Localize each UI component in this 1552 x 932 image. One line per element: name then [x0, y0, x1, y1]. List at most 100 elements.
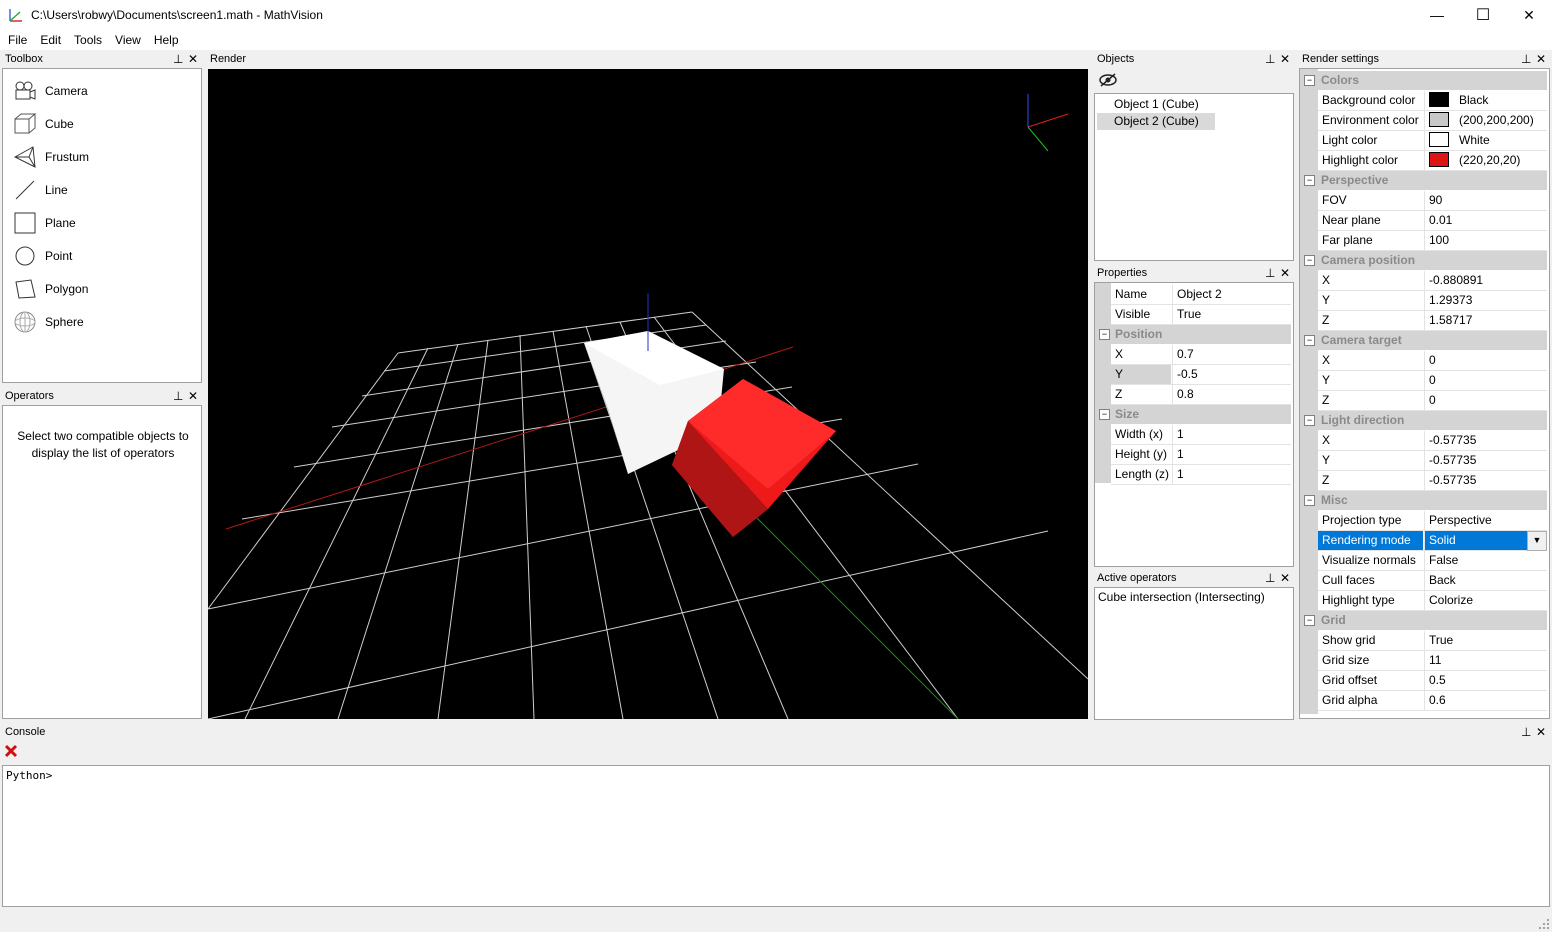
tool-line[interactable]: Line	[13, 176, 68, 204]
setting-near-plane[interactable]: Near plane 0.01	[1318, 211, 1547, 231]
setting-projection-type[interactable]: Projection type Perspective	[1318, 511, 1547, 531]
prop-row-y[interactable]: Y -0.5	[1111, 365, 1291, 385]
prop-row-x[interactable]: X 0.7	[1111, 345, 1291, 365]
close-icon[interactable]: ✕	[1280, 570, 1290, 587]
setting-light-x[interactable]: X -0.57735	[1318, 431, 1547, 451]
collapse-icon[interactable]: −	[1099, 329, 1110, 340]
list-item[interactable]: Cube intersection (Intersecting)	[1098, 590, 1265, 604]
category-misc[interactable]: − Misc	[1300, 491, 1547, 510]
window-title: C:\Users\robwy\Documents\screen1.math - …	[31, 8, 323, 22]
prop-row-width[interactable]: Width (x) 1	[1111, 425, 1291, 445]
clear-console-button[interactable]	[4, 744, 18, 760]
close-icon[interactable]: ✕	[1536, 51, 1546, 68]
setting-target-z[interactable]: Z0	[1318, 391, 1547, 411]
setting-rendering-mode[interactable]: Rendering mode Solid ▼	[1318, 531, 1547, 551]
prop-row-visible[interactable]: Visible True	[1111, 305, 1291, 325]
pin-icon[interactable]: ⊥	[173, 51, 183, 68]
tool-polygon[interactable]: Polygon	[13, 275, 88, 303]
setting-camera-y[interactable]: Y 1.29373	[1318, 291, 1547, 311]
setting-visualize-normals[interactable]: Visualize normals False	[1318, 551, 1547, 571]
category-camera-position[interactable]: − Camera position	[1300, 251, 1547, 270]
setting-highlight-color[interactable]: Highlight color (220,20,20)	[1318, 151, 1547, 171]
collapse-icon[interactable]: −	[1304, 175, 1315, 186]
setting-grid-alpha[interactable]: Grid alpha 0.6	[1318, 691, 1547, 711]
close-icon[interactable]: ✕	[1280, 265, 1290, 282]
tool-point[interactable]: Point	[13, 242, 72, 270]
color-swatch	[1429, 112, 1449, 128]
pin-icon[interactable]: ⊥	[173, 388, 183, 405]
rendering-mode-select[interactable]: Solid	[1424, 531, 1527, 550]
tool-frustum[interactable]: Frustum	[13, 143, 89, 171]
collapse-icon[interactable]: −	[1304, 255, 1315, 266]
category-camera-target[interactable]: − Camera target	[1300, 331, 1547, 350]
category-size[interactable]: − Size	[1095, 405, 1291, 424]
category-grid[interactable]: − Grid	[1300, 611, 1547, 630]
setting-background-color[interactable]: Background color Black	[1318, 91, 1547, 111]
menu-help[interactable]: Help	[147, 30, 185, 47]
pin-icon[interactable]: ⊥	[1265, 570, 1275, 587]
maximize-button[interactable]: ☐	[1460, 0, 1506, 30]
pin-icon[interactable]: ⊥	[1521, 724, 1531, 741]
list-item-selected[interactable]: Object 2 (Cube)	[1097, 113, 1215, 130]
setting-target-y[interactable]: Y0	[1318, 371, 1547, 391]
toolbox-list: Camera Cube Frustum Line Plane Point Pol…	[2, 68, 202, 383]
setting-environment-color[interactable]: Environment color (200,200,200)	[1318, 111, 1547, 131]
pin-icon[interactable]: ⊥	[1265, 51, 1275, 68]
list-item[interactable]: Object 1 (Cube)	[1097, 96, 1215, 113]
panel-title: Render settings	[1302, 53, 1380, 65]
collapse-icon[interactable]: −	[1304, 615, 1315, 626]
render-viewport[interactable]	[207, 69, 1089, 720]
collapse-icon[interactable]: −	[1099, 409, 1110, 420]
setting-grid-offset[interactable]: Grid offset 0.5	[1318, 671, 1547, 691]
render-settings-panel: Render settings ⊥ ✕ − Colors Background c…	[1299, 51, 1550, 719]
resize-grip-icon[interactable]	[1539, 918, 1549, 929]
chevron-down-icon[interactable]: ▼	[1527, 531, 1547, 551]
category-light-direction[interactable]: − Light direction	[1300, 411, 1547, 430]
tool-plane[interactable]: Plane	[13, 209, 76, 237]
pin-icon[interactable]: ⊥	[1521, 51, 1531, 68]
collapse-icon[interactable]: −	[1304, 75, 1315, 86]
tool-camera[interactable]: Camera	[13, 77, 88, 105]
setting-camera-x[interactable]: X -0.880891	[1318, 271, 1547, 291]
visibility-toggle-button[interactable]	[1098, 72, 1118, 91]
menu-tools[interactable]: Tools	[67, 30, 108, 47]
setting-cull-faces[interactable]: Cull faces Back	[1318, 571, 1547, 591]
prop-row-z[interactable]: Z 0.8	[1111, 385, 1291, 405]
operators-list: Select two compatible objects to display…	[2, 405, 202, 719]
setting-far-plane[interactable]: Far plane 100	[1318, 231, 1547, 251]
setting-show-grid[interactable]: Show grid True	[1318, 631, 1547, 651]
setting-light-color[interactable]: Light color White	[1318, 131, 1547, 151]
category-position[interactable]: − Position	[1095, 325, 1291, 344]
scene-canvas[interactable]	[207, 69, 1089, 720]
setting-light-y[interactable]: Y -0.57735	[1318, 451, 1547, 471]
close-icon[interactable]: ✕	[188, 51, 198, 68]
close-icon[interactable]: ✕	[1280, 51, 1290, 68]
pin-icon[interactable]: ⊥	[1265, 265, 1275, 282]
setting-fov[interactable]: FOV 90	[1318, 191, 1547, 211]
close-window-button[interactable]: ✕	[1506, 0, 1552, 30]
menu-file[interactable]: File	[0, 30, 33, 47]
setting-highlight-type[interactable]: Highlight type Colorize	[1318, 591, 1547, 611]
tool-cube[interactable]: Cube	[13, 110, 74, 138]
category-perspective[interactable]: − Perspective	[1300, 171, 1547, 190]
tool-sphere[interactable]: Sphere	[13, 308, 84, 336]
setting-light-z[interactable]: Z -0.57735	[1318, 471, 1547, 491]
prop-row-height[interactable]: Height (y) 1	[1111, 445, 1291, 465]
panel-header: Toolbox ⊥ ✕	[2, 51, 202, 68]
setting-grid-size[interactable]: Grid size 11	[1318, 651, 1547, 671]
minimize-button[interactable]: —	[1414, 0, 1460, 30]
collapse-icon[interactable]: −	[1304, 495, 1315, 506]
setting-target-x[interactable]: X0	[1318, 351, 1547, 371]
category-colors[interactable]: − Colors	[1300, 71, 1547, 90]
collapse-icon[interactable]: −	[1304, 415, 1315, 426]
close-icon[interactable]: ✕	[188, 388, 198, 405]
point-icon	[15, 246, 35, 266]
menu-view[interactable]: View	[108, 30, 147, 47]
prop-row-length[interactable]: Length (z) 1	[1111, 465, 1291, 485]
setting-camera-z[interactable]: Z 1.58717	[1318, 311, 1547, 331]
menu-edit[interactable]: Edit	[33, 30, 67, 47]
console-output[interactable]: Python>	[2, 765, 1550, 907]
close-icon[interactable]: ✕	[1536, 724, 1546, 741]
prop-row-name[interactable]: Name Object 2	[1111, 285, 1291, 305]
collapse-icon[interactable]: −	[1304, 335, 1315, 346]
